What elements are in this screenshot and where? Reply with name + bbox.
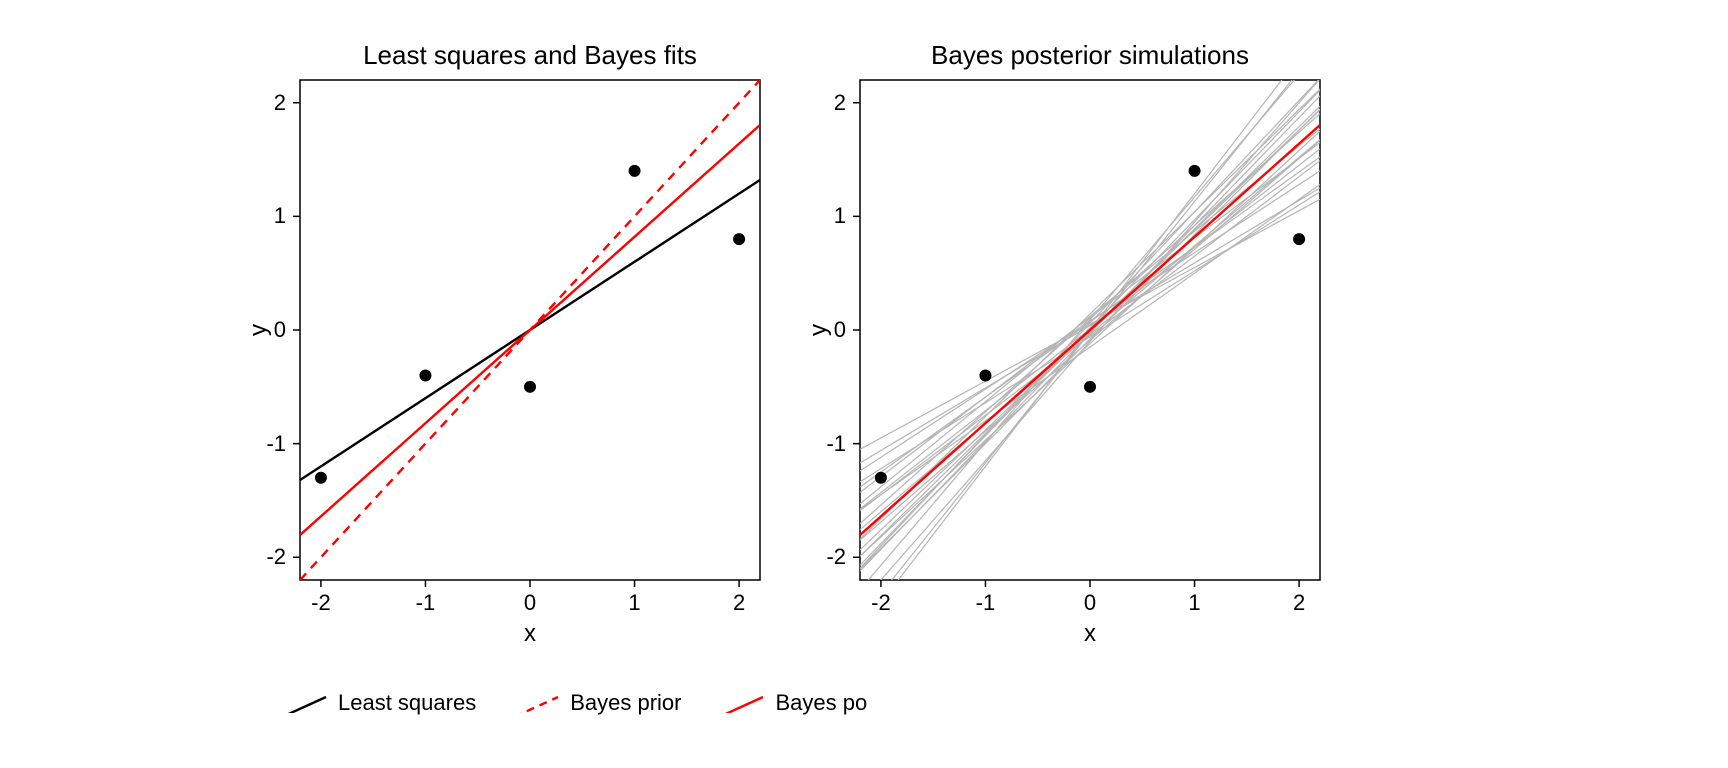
y-tick-label: 0: [246, 317, 286, 343]
x-tick-label: 1: [628, 590, 640, 616]
y-tick-label: 2: [806, 90, 846, 116]
x-tick-label: 1: [1188, 590, 1200, 616]
x-tick-label: -1: [976, 590, 996, 616]
legend-line-icon: [717, 693, 765, 713]
legend-label: Bayes po: [775, 690, 867, 716]
x-tick-label: 2: [733, 590, 745, 616]
y-tick-label: 1: [806, 203, 846, 229]
legend-line-icon: [280, 693, 328, 713]
y-tick-label: 2: [246, 90, 286, 116]
y-tick-label: 1: [246, 203, 286, 229]
legend-label: Bayes prior: [570, 690, 681, 716]
x-axis-label: x: [300, 620, 760, 648]
legend-line-icon: [512, 693, 560, 713]
x-tick-label: -1: [416, 590, 436, 616]
legend-item: Bayes prior: [512, 690, 681, 716]
x-tick-label: -2: [311, 590, 331, 616]
x-axis-label: x: [860, 620, 1320, 648]
x-tick-label: -2: [871, 590, 891, 616]
chart-title: Bayes posterior simulations: [860, 40, 1320, 71]
x-tick-label: 2: [1293, 590, 1305, 616]
y-tick-label: -1: [806, 431, 846, 457]
x-tick-label: 0: [524, 590, 536, 616]
legend: Least squares Bayes prior Bayes po: [280, 690, 889, 716]
y-tick-label: -1: [246, 431, 286, 457]
legend-label: Least squares: [338, 690, 476, 716]
chart-plot-area: [300, 80, 760, 580]
chart-title: Least squares and Bayes fits: [300, 40, 760, 71]
y-tick-label: 0: [806, 317, 846, 343]
x-tick-label: 0: [1084, 590, 1096, 616]
chart-plot-area: [860, 80, 1320, 580]
y-tick-label: -2: [806, 544, 846, 570]
figure: Least squares and Bayes fits x y -2-1012…: [0, 0, 1728, 768]
y-tick-label: -2: [246, 544, 286, 570]
legend-item: Bayes po: [717, 690, 867, 716]
legend-item: Least squares: [280, 690, 476, 716]
